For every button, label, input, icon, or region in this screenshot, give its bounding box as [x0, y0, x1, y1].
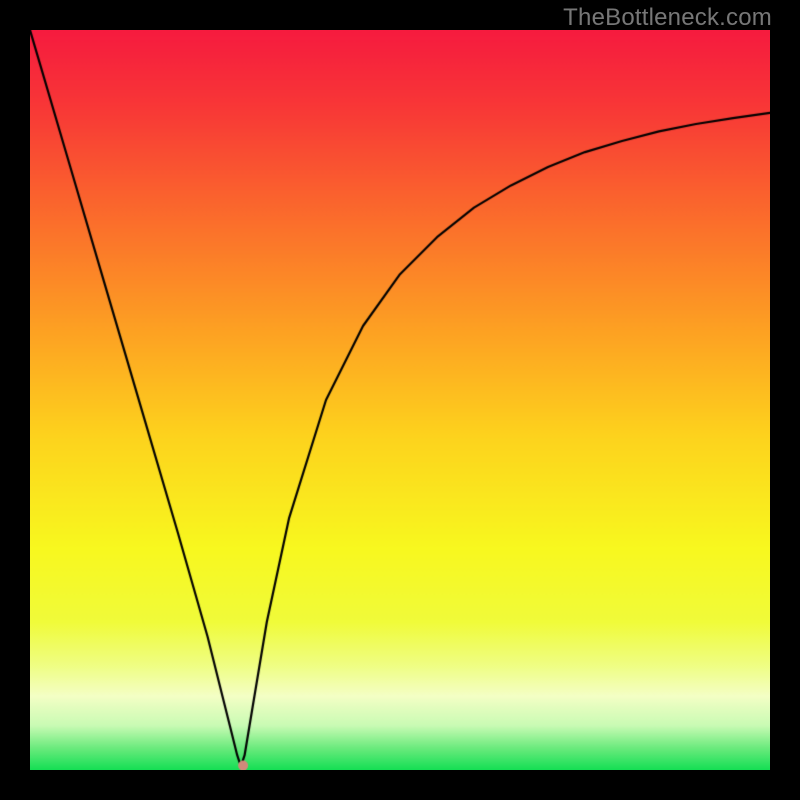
curve-layer — [30, 30, 770, 770]
watermark-text: TheBottleneck.com — [563, 4, 772, 32]
plot-area — [30, 30, 770, 770]
chart-frame: TheBottleneck.com — [0, 0, 800, 800]
